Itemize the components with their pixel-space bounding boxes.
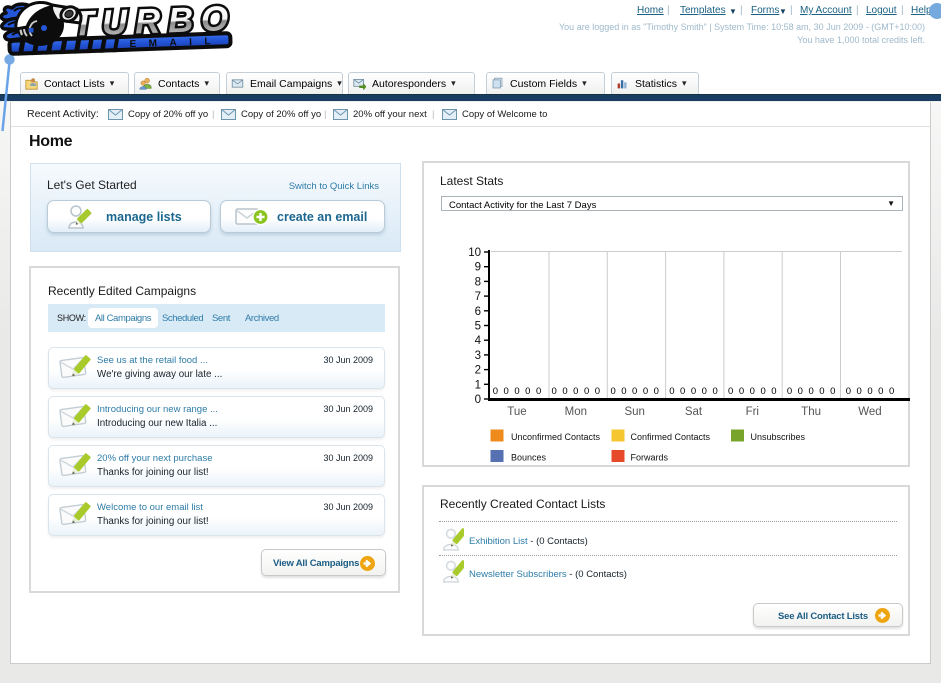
svg-text:0: 0 [475,394,481,406]
svg-text:Thu: Thu [801,406,821,418]
svg-text:1: 1 [475,379,481,391]
svg-text:10: 10 [468,247,481,259]
svg-text:0: 0 [889,386,894,397]
svg-text:Unconfirmed Contacts: Unconfirmed Contacts [511,432,601,442]
svg-text:0: 0 [643,386,648,397]
svg-text:9: 9 [475,262,481,274]
svg-text:0: 0 [621,386,626,397]
svg-text:0: 0 [867,386,872,397]
svg-text:0: 0 [846,386,851,397]
svg-text:0: 0 [787,386,792,397]
svg-text:7: 7 [475,291,481,303]
svg-text:0: 0 [728,386,733,397]
svg-text:0: 0 [514,386,519,397]
svg-text:0: 0 [493,386,498,397]
svg-text:0: 0 [739,386,744,397]
svg-text:5: 5 [475,321,481,333]
svg-text:Bounces: Bounces [511,453,547,463]
svg-text:Fri: Fri [746,406,759,418]
svg-text:3: 3 [475,350,481,362]
svg-text:2: 2 [475,365,481,377]
svg-text:0: 0 [878,386,883,397]
svg-text:0: 0 [808,386,813,397]
svg-text:0: 0 [798,386,803,397]
svg-text:0: 0 [760,386,765,397]
svg-text:Wed: Wed [858,406,881,418]
svg-text:0: 0 [552,386,557,397]
svg-text:0: 0 [504,386,509,397]
svg-text:0: 0 [691,386,696,397]
svg-text:0: 0 [584,386,589,397]
svg-text:6: 6 [475,306,481,318]
svg-text:0: 0 [750,386,755,397]
svg-text:Sun: Sun [624,406,644,418]
svg-text:0: 0 [610,386,615,397]
svg-text:0: 0 [680,386,685,397]
svg-text:0: 0 [562,386,567,397]
svg-text:0: 0 [632,386,637,397]
svg-text:0: 0 [771,386,776,397]
svg-text:0: 0 [712,386,717,397]
svg-text:0: 0 [830,386,835,397]
svg-text:Mon: Mon [565,406,587,418]
svg-text:Forwards: Forwards [631,453,669,463]
svg-text:0: 0 [819,386,824,397]
svg-text:Unsubscribes: Unsubscribes [751,432,806,442]
svg-text:Confirmed Contacts: Confirmed Contacts [631,432,711,442]
svg-text:Tue: Tue [507,406,526,418]
svg-text:0: 0 [702,386,707,397]
svg-text:0: 0 [573,386,578,397]
svg-text:4: 4 [475,335,482,347]
svg-text:Sat: Sat [685,406,703,418]
svg-text:0: 0 [536,386,541,397]
svg-text:0: 0 [525,386,530,397]
svg-text:0: 0 [595,386,600,397]
svg-text:8: 8 [475,276,481,288]
svg-text:0: 0 [654,386,659,397]
svg-text:0: 0 [857,386,862,397]
svg-text:0: 0 [669,386,674,397]
